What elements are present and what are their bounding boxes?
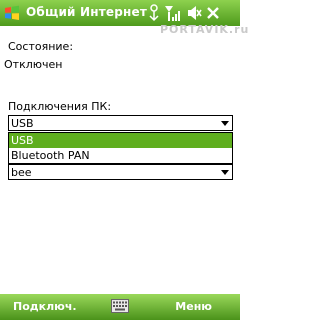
pc-connection-select[interactable]: USB — [8, 115, 233, 131]
windows-start-icon[interactable] — [3, 4, 21, 22]
pc-connection-label: Подключения ПК: — [8, 100, 112, 113]
dropdown-option-bluetooth-pan[interactable]: Bluetooth PAN — [9, 148, 232, 163]
network-select[interactable]: bee — [8, 164, 233, 180]
watermark-text: PORTAVIK.ru — [160, 23, 250, 36]
keyboard-icon[interactable] — [111, 299, 129, 313]
close-icon[interactable] — [206, 4, 220, 22]
triangle-down-icon — [221, 170, 229, 175]
network-selected-value: bee — [11, 166, 32, 179]
volume-icon[interactable] — [186, 4, 202, 22]
dropdown-arrow[interactable] — [218, 165, 232, 179]
connectivity-icon[interactable] — [146, 4, 162, 22]
menu-softkey[interactable]: Меню — [175, 300, 212, 313]
menu-bar: Подключ. Меню — [0, 294, 240, 320]
status-label: Состояние: — [8, 40, 74, 53]
status-icons — [146, 4, 236, 22]
status-value: Отключен — [4, 58, 63, 71]
triangle-down-icon — [221, 121, 229, 126]
pc-connection-dropdown-list: USB Bluetooth PAN — [8, 132, 233, 164]
dropdown-option-usb[interactable]: USB — [9, 133, 232, 148]
signal-strength-icon[interactable] — [164, 4, 182, 22]
pc-connection-selected-value: USB — [11, 117, 34, 130]
connect-softkey[interactable]: Подключ. — [13, 300, 77, 313]
app-title: Общий Интернет — [26, 5, 148, 19]
dropdown-arrow[interactable] — [218, 116, 232, 130]
